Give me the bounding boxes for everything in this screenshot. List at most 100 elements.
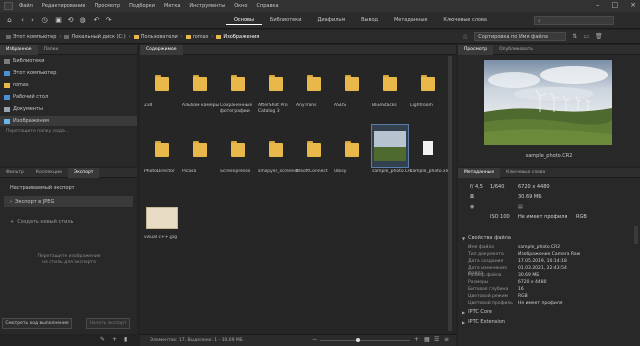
sort-select[interactable]: Сортировка по Имя файла bbox=[474, 32, 567, 41]
menu-stacks[interactable]: Подборки bbox=[129, 3, 155, 9]
breadcrumb-item[interactable]: Локальный диск (C:) bbox=[64, 34, 126, 40]
tab-favorites[interactable]: Избранное bbox=[0, 45, 38, 55]
maximize-button[interactable]: □ bbox=[612, 1, 619, 9]
metering-icon: ◉ bbox=[470, 204, 475, 210]
search-input[interactable]: ⌕ bbox=[534, 16, 614, 25]
thumbnail-item[interactable] bbox=[144, 59, 180, 101]
fav-item-libraries[interactable]: Библиотеки bbox=[4, 58, 45, 64]
filter-star-icon[interactable]: ☆ bbox=[462, 33, 468, 41]
thumbnail-item[interactable] bbox=[372, 59, 408, 101]
documents-icon bbox=[4, 106, 10, 112]
breadcrumb-item[interactable]: romas bbox=[185, 34, 208, 40]
fav-item-romas[interactable]: romas bbox=[4, 82, 29, 88]
breadcrumb-item[interactable]: Пользователи bbox=[133, 34, 178, 40]
thumbnail-item[interactable] bbox=[334, 59, 370, 101]
status-text: Элементов: 17, Выделено: 1 - 30,69 МБ bbox=[150, 338, 243, 343]
tab-folders[interactable]: Папки bbox=[38, 45, 65, 55]
tab-collections[interactable]: Коллекции bbox=[30, 168, 68, 178]
home-icon[interactable]: ⌂ bbox=[5, 16, 14, 25]
thumbnail-item[interactable] bbox=[410, 59, 446, 101]
tab-keywords[interactable]: Ключевые слова bbox=[435, 16, 495, 25]
rotate-left-icon[interactable]: ↶ bbox=[92, 16, 101, 25]
thumbnail-item[interactable] bbox=[220, 59, 256, 101]
start-export-button[interactable]: Начать экспорт bbox=[86, 318, 130, 329]
breadcrumb-item[interactable]: Изображения bbox=[216, 34, 259, 40]
tab-preview[interactable]: Просмотр bbox=[458, 45, 494, 55]
recent-icon[interactable]: ◷ bbox=[40, 16, 49, 25]
menu-window[interactable]: Окно bbox=[234, 3, 247, 9]
menu-help[interactable]: Справка bbox=[256, 3, 278, 9]
fav-item-this-pc[interactable]: Этот компьютер bbox=[4, 70, 56, 76]
tab-keywords-panel[interactable]: Ключевые слова bbox=[500, 168, 551, 178]
thumbnail-item[interactable] bbox=[410, 125, 446, 167]
scrollbar[interactable] bbox=[448, 56, 452, 331]
view-progress-button[interactable]: Смотреть ход выполнения bbox=[2, 318, 72, 329]
tab-libraries[interactable]: Библиотеки bbox=[262, 16, 310, 25]
zoom-out-icon[interactable]: − bbox=[312, 336, 317, 343]
forward-icon[interactable]: › bbox=[28, 16, 37, 25]
tab-metadata-panel[interactable]: Метаданные bbox=[458, 168, 501, 178]
create-style-button[interactable]: + Создать новый стиль bbox=[4, 216, 133, 227]
menu-edit[interactable]: Редактирование bbox=[42, 3, 86, 9]
thumbnail-label: Screenpresso bbox=[220, 169, 251, 174]
thumbnail-item[interactable] bbox=[182, 125, 218, 167]
iptc-core-section[interactable]: ▶ IPTC Core bbox=[462, 309, 492, 315]
fav-item-documents[interactable]: Документы bbox=[4, 106, 43, 112]
slider-handle[interactable] bbox=[356, 338, 360, 342]
fav-item-pictures[interactable]: Изображения bbox=[4, 118, 49, 124]
file-properties-section[interactable]: ▼ Свойства файла bbox=[462, 235, 511, 241]
tab-essentials[interactable]: Основы bbox=[226, 16, 262, 25]
thumbnail-item[interactable] bbox=[371, 124, 409, 168]
thumbnail-item[interactable] bbox=[182, 59, 218, 101]
preview-image[interactable] bbox=[484, 60, 612, 145]
details-view-icon[interactable]: ≡ bbox=[444, 336, 449, 343]
thumbnail-item[interactable] bbox=[296, 125, 332, 167]
edit-icon[interactable]: ✎ bbox=[100, 336, 105, 343]
back-icon[interactable]: ‹ bbox=[18, 16, 27, 25]
thumbnail-item[interactable] bbox=[296, 59, 332, 101]
open-in-camera-raw-icon[interactable]: ◍ bbox=[78, 16, 87, 25]
thumbnail-item[interactable] bbox=[220, 125, 256, 167]
thumbnail-label: visual c++.jpg bbox=[144, 235, 177, 240]
iptc-extension-section[interactable]: ▶ IPTC Extension bbox=[462, 319, 505, 325]
thumbnail-item[interactable] bbox=[144, 191, 180, 233]
trash-icon[interactable]: 🗑 bbox=[595, 33, 603, 40]
tab-metadata[interactable]: Метаданные bbox=[386, 16, 435, 25]
grid-view-icon[interactable]: ▦ bbox=[424, 336, 430, 343]
tab-output[interactable]: Вывод bbox=[353, 16, 386, 25]
new-folder-icon[interactable]: ▭ bbox=[583, 33, 589, 40]
thumbnail-item[interactable] bbox=[258, 59, 294, 101]
thumbnail-item[interactable] bbox=[258, 125, 294, 167]
thumbnail-item[interactable] bbox=[144, 125, 180, 167]
property-key: Тип документа bbox=[468, 252, 504, 257]
fav-item-desktop[interactable]: Рабочий стол bbox=[4, 94, 48, 100]
sort-order-icon[interactable]: ⇅ bbox=[572, 33, 577, 40]
tab-content[interactable]: Содержимое bbox=[140, 45, 183, 55]
export-panel: Фильтр Коллекции Экспорт Настраиваемый э… bbox=[0, 168, 137, 334]
tab-filmstrip[interactable]: Диафильм bbox=[309, 16, 353, 25]
thumbnail-item[interactable] bbox=[334, 125, 370, 167]
menu-label[interactable]: Метка bbox=[164, 3, 180, 9]
camera-icon: ◘ bbox=[470, 194, 474, 200]
tab-export[interactable]: Экспорт bbox=[67, 168, 100, 178]
breadcrumb-item[interactable]: Этот компьютер bbox=[6, 34, 56, 40]
scrollbar[interactable] bbox=[634, 226, 638, 244]
export-item-custom[interactable]: Настраиваемый экспорт bbox=[4, 182, 133, 193]
minimize-button[interactable]: – bbox=[596, 1, 600, 9]
rotate-right-icon[interactable]: ↷ bbox=[104, 16, 113, 25]
delete-icon[interactable]: ▮ bbox=[124, 336, 127, 343]
close-button[interactable]: × bbox=[630, 1, 636, 9]
add-icon[interactable]: + bbox=[112, 336, 117, 343]
tab-filter[interactable]: Фильтр bbox=[0, 168, 30, 178]
menu-tools[interactable]: Инструменты bbox=[189, 3, 225, 9]
thumbnail-size-slider[interactable] bbox=[320, 338, 410, 342]
list-view-icon[interactable]: ☰ bbox=[434, 336, 439, 343]
zoom-in-icon[interactable]: + bbox=[414, 336, 419, 343]
folder-icon bbox=[185, 34, 191, 39]
refine-icon[interactable]: ⟲ bbox=[66, 16, 75, 25]
export-item-jpeg[interactable]: › Экспорт в JPEG bbox=[4, 196, 133, 207]
camera-import-icon[interactable]: ▣ bbox=[54, 16, 63, 25]
tab-publish[interactable]: Опубликовать bbox=[493, 45, 539, 55]
menu-file[interactable]: Файл bbox=[19, 3, 33, 9]
menu-view[interactable]: Просмотр bbox=[94, 3, 120, 9]
